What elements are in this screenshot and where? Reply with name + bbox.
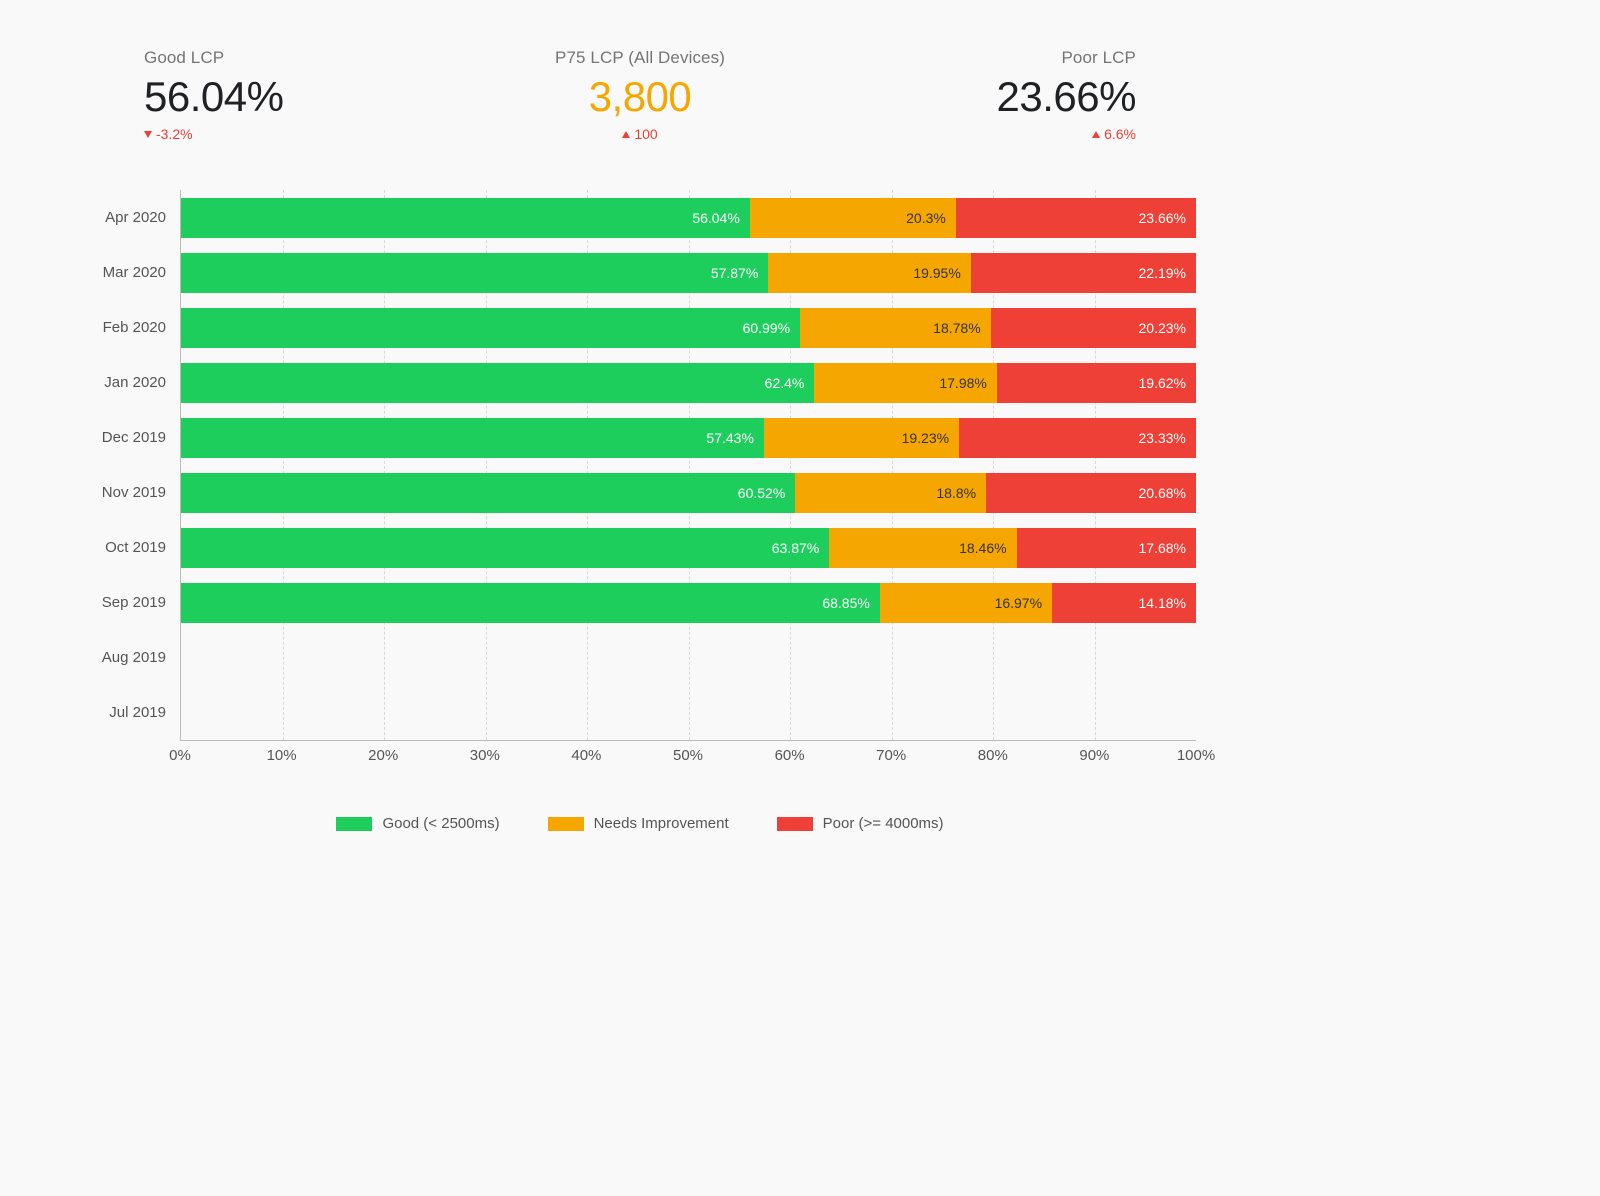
stat-delta-text: 100	[634, 126, 657, 142]
x-axis-tick: 0%	[169, 747, 191, 764]
bar-segment-ni: 19.23%	[764, 418, 959, 458]
y-axis-label: Dec 2019	[84, 410, 180, 465]
dashboard-panel: Good LCP 56.04% -3.2% P75 LCP (All Devic…	[0, 0, 1280, 957]
bar-segment-ni: 18.78%	[800, 308, 991, 348]
stat-delta: 6.6%	[1092, 126, 1136, 142]
stacked-bar: 60.52%18.8%20.68%	[181, 473, 1196, 513]
bar-segment-poor: 22.19%	[971, 253, 1196, 293]
y-axis-labels: Apr 2020Mar 2020Feb 2020Jan 2020Dec 2019…	[84, 190, 180, 741]
x-axis-tick: 40%	[571, 747, 601, 764]
stat-good-lcp: Good LCP 56.04% -3.2%	[144, 48, 283, 142]
arrow-down-icon	[144, 131, 152, 138]
legend-item-good: Good (< 2500ms)	[336, 815, 499, 832]
chart-area: Apr 2020Mar 2020Feb 2020Jan 2020Dec 2019…	[84, 190, 1196, 741]
arrow-up-icon	[622, 131, 630, 138]
chart-row: 60.52%18.8%20.68%	[181, 465, 1196, 520]
bar-segment-poor: 23.66%	[956, 198, 1196, 238]
x-axis-tick: 30%	[470, 747, 500, 764]
stat-delta-text: 6.6%	[1104, 126, 1136, 142]
x-axis-tick: 50%	[673, 747, 703, 764]
y-axis-label: Sep 2019	[84, 575, 180, 630]
chart-rows: 56.04%20.3%23.66% 57.87%19.95%22.19% 60.99…	[181, 190, 1196, 740]
stacked-bar: 62.4%17.98%19.62%	[181, 363, 1196, 403]
bar-segment-good: 60.52%	[181, 473, 795, 513]
y-axis-label: Aug 2019	[84, 630, 180, 685]
bar-segment-ni: 19.95%	[768, 253, 970, 293]
stacked-bar: 60.99%18.78%20.23%	[181, 308, 1196, 348]
chart-row: 56.04%20.3%23.66%	[181, 190, 1196, 245]
x-axis: 0%10%20%30%40%50%60%70%80%90%100%	[180, 741, 1196, 769]
bar-segment-ni: 18.46%	[829, 528, 1016, 568]
bar-segment-ni: 18.8%	[795, 473, 986, 513]
chart-row: 68.85%16.97%14.18%	[181, 575, 1196, 630]
bar-segment-good: 57.43%	[181, 418, 764, 458]
x-axis-tick: 90%	[1079, 747, 1109, 764]
legend-label: Poor (>= 4000ms)	[823, 815, 944, 832]
stat-label: Poor LCP	[1061, 48, 1136, 68]
bar-segment-ni: 16.97%	[880, 583, 1052, 623]
bar-segment-good: 68.85%	[181, 583, 880, 623]
legend-item-poor: Poor (>= 4000ms)	[777, 815, 944, 832]
stat-delta-text: -3.2%	[156, 126, 193, 142]
bar-segment-good: 56.04%	[181, 198, 750, 238]
stacked-bar: 63.87%18.46%17.68%	[181, 528, 1196, 568]
stacked-bar: 56.04%20.3%23.66%	[181, 198, 1196, 238]
stats-row: Good LCP 56.04% -3.2% P75 LCP (All Devic…	[84, 48, 1196, 142]
y-axis-label: Mar 2020	[84, 245, 180, 300]
chart-row	[181, 630, 1196, 685]
chart-row: 57.43%19.23%23.33%	[181, 410, 1196, 465]
x-axis-tick: 100%	[1177, 747, 1215, 764]
y-axis-label: Feb 2020	[84, 300, 180, 355]
bar-segment-good: 60.99%	[181, 308, 800, 348]
y-axis-label: Nov 2019	[84, 465, 180, 520]
legend: Good (< 2500ms) Needs Improvement Poor (…	[84, 815, 1196, 832]
stacked-bar: 57.87%19.95%22.19%	[181, 253, 1196, 293]
stat-p75-lcp: P75 LCP (All Devices) 3,800 100	[555, 48, 725, 142]
bar-segment-ni: 20.3%	[750, 198, 956, 238]
bar-segment-poor: 17.68%	[1017, 528, 1196, 568]
x-axis-tick: 20%	[368, 747, 398, 764]
plot-area: 56.04%20.3%23.66% 57.87%19.95%22.19% 60.99…	[180, 190, 1196, 741]
x-axis-tick: 10%	[267, 747, 297, 764]
chart-row: 57.87%19.95%22.19%	[181, 245, 1196, 300]
bar-segment-good: 63.87%	[181, 528, 829, 568]
stat-label: Good LCP	[144, 48, 224, 68]
bar-segment-poor: 23.33%	[959, 418, 1196, 458]
stat-delta: -3.2%	[144, 126, 193, 142]
stat-label: P75 LCP (All Devices)	[555, 48, 725, 68]
stat-value: 23.66%	[997, 74, 1136, 120]
arrow-up-icon	[1092, 131, 1100, 138]
bar-segment-poor: 20.23%	[991, 308, 1196, 348]
stat-value: 3,800	[589, 74, 692, 120]
chart-row: 63.87%18.46%17.68%	[181, 520, 1196, 575]
bar-segment-good: 57.87%	[181, 253, 768, 293]
stacked-bar: 68.85%16.97%14.18%	[181, 583, 1196, 623]
stat-value: 56.04%	[144, 74, 283, 120]
chart-row: 60.99%18.78%20.23%	[181, 300, 1196, 355]
x-axis-tick: 70%	[876, 747, 906, 764]
stacked-bar: 57.43%19.23%23.33%	[181, 418, 1196, 458]
legend-item-needs-improvement: Needs Improvement	[548, 815, 729, 832]
bar-segment-good: 62.4%	[181, 363, 814, 403]
chart-row: 62.4%17.98%19.62%	[181, 355, 1196, 410]
legend-label: Good (< 2500ms)	[382, 815, 499, 832]
chart-row	[181, 685, 1196, 740]
bar-segment-ni: 17.98%	[814, 363, 996, 403]
legend-label: Needs Improvement	[594, 815, 729, 832]
x-axis-tick: 80%	[978, 747, 1008, 764]
bar-segment-poor: 14.18%	[1052, 583, 1196, 623]
y-axis-label: Oct 2019	[84, 520, 180, 575]
y-axis-label: Apr 2020	[84, 190, 180, 245]
bar-segment-poor: 20.68%	[986, 473, 1196, 513]
swatch-red-icon	[777, 817, 813, 831]
y-axis-label: Jul 2019	[84, 685, 180, 740]
stat-delta: 100	[622, 126, 657, 142]
y-axis-label: Jan 2020	[84, 355, 180, 410]
bar-segment-poor: 19.62%	[997, 363, 1196, 403]
stat-poor-lcp: Poor LCP 23.66% 6.6%	[997, 48, 1136, 142]
swatch-good-icon	[336, 817, 372, 831]
x-axis-tick: 60%	[775, 747, 805, 764]
swatch-orange-icon	[548, 817, 584, 831]
